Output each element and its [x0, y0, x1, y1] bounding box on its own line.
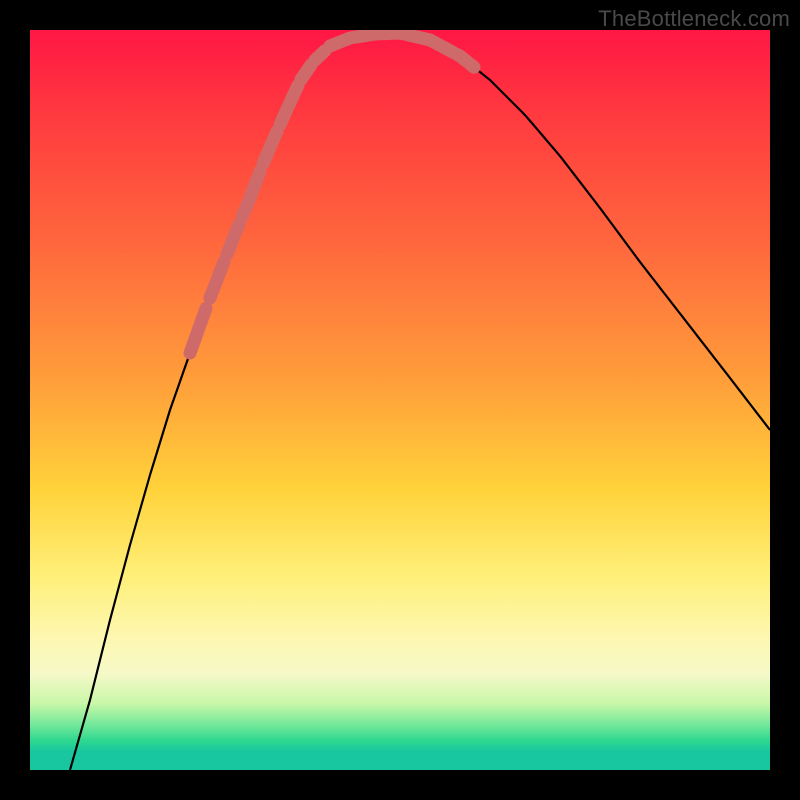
curve-highlight-bead	[301, 65, 311, 80]
watermark-text: TheBottleneck.com	[598, 6, 790, 32]
curve-highlight-bead	[190, 308, 206, 353]
curve-layer	[30, 30, 770, 770]
curve-highlight-bead	[470, 64, 474, 67]
outer-frame: TheBottleneck.com	[0, 0, 800, 800]
curve-highlight-bead	[210, 262, 224, 298]
curve-highlight-bead	[227, 224, 239, 254]
curve-highlight-bead	[265, 132, 277, 160]
curve-highlight-bead	[242, 171, 260, 217]
curve-highlight-bead	[280, 85, 298, 125]
bottleneck-curve	[70, 33, 770, 770]
curve-highlight-bead	[315, 51, 325, 60]
curve-highlight-group	[190, 33, 474, 353]
plot-area	[30, 30, 770, 770]
